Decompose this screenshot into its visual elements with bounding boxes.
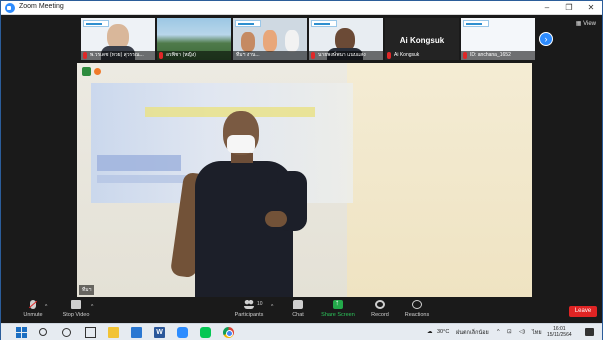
participant-thumb[interactable]: ID: anchana_1652	[461, 18, 535, 60]
file-explorer-icon[interactable]	[108, 327, 119, 338]
participant-figure	[241, 32, 255, 52]
mic-muted-icon	[83, 52, 87, 59]
mail-icon[interactable]	[131, 327, 142, 338]
reactions-icon	[412, 300, 422, 309]
cortana-icon[interactable]	[62, 328, 71, 337]
slide-text-block	[97, 155, 181, 171]
unmute-button[interactable]: Unmute	[19, 300, 47, 318]
speaker-hand	[265, 211, 287, 227]
camera-icon	[71, 300, 81, 309]
zoom-app-icon	[5, 3, 15, 13]
participant-name: Ai Kongsuk	[394, 52, 420, 58]
participant-thumb[interactable]: Ai Kongsuk Ai Kongsuk	[385, 18, 459, 60]
participant-name: ทีมฯ งาน...	[233, 51, 307, 60]
minimize-button[interactable]: –	[537, 2, 557, 14]
participant-thumb[interactable]: ทีมฯ งาน...	[233, 18, 307, 60]
meeting-toolbar: Unmute ^ Stop Video ^ Participants 10 ^ …	[1, 298, 602, 323]
speaker-person	[169, 111, 337, 297]
share-screen-button[interactable]: Share Screen	[319, 298, 357, 318]
recording-indicator-icon	[94, 68, 101, 75]
participant-name: อรพิชา (หญิง)	[157, 51, 231, 60]
input-language[interactable]: ไทย	[532, 329, 542, 337]
mic-muted-icon	[159, 52, 163, 59]
participant-thumb[interactable]: อรพิชา (หญิง)	[157, 18, 231, 60]
stop-video-label: Stop Video	[62, 312, 90, 318]
weather-desc[interactable]: ฝนตกเล็กน้อย	[456, 329, 489, 337]
audio-options-caret[interactable]: ^	[45, 304, 47, 310]
chat-icon	[293, 300, 303, 309]
participant-strip: พ.วรเดช (หวย) สุวรรณ... อรพิชา (หญิง) ที…	[1, 16, 602, 62]
participant-big-name: Ai Kongsuk	[399, 36, 445, 45]
participants-options-caret[interactable]: ^	[271, 304, 273, 310]
main-video: ทีมฯ	[77, 63, 532, 297]
search-icon[interactable]	[39, 328, 47, 336]
zoom-window: Zoom Meeting – ❐ ✕ พ.วรเดช (หวย) สุวรรณ.…	[0, 0, 603, 340]
share-screen-label: Share Screen	[321, 312, 355, 318]
participant-thumb[interactable]: พ.วรเดช (หวย) สุวรรณ...	[81, 18, 155, 60]
weather-cloud-icon: ☁	[427, 329, 433, 335]
mic-muted-icon	[387, 52, 391, 59]
window-title: Zoom Meeting	[19, 3, 64, 10]
participant-figure	[263, 30, 277, 52]
task-view-icon[interactable]	[85, 327, 96, 338]
participants-icon	[244, 300, 254, 309]
chrome-icon[interactable]	[223, 327, 234, 338]
weather-temp[interactable]: 30°C	[437, 329, 449, 335]
clock-date: 15/11/2564	[547, 332, 572, 338]
participants-label: Participants	[234, 312, 264, 318]
chat-button[interactable]: Chat	[287, 300, 309, 318]
org-logo	[463, 20, 489, 27]
mic-muted-icon	[311, 52, 315, 59]
org-logo	[83, 20, 109, 27]
unmute-label: Unmute	[23, 312, 43, 318]
view-button[interactable]: ▦ View	[576, 20, 596, 27]
participants-count: 10	[257, 301, 263, 307]
participant-name: นายพงษ์พนา แนบแสง	[309, 51, 383, 60]
title-bar: Zoom Meeting – ❐ ✕	[1, 1, 602, 15]
participant-name: พ.วรเดช (หวย) สุวรรณ...	[81, 51, 155, 60]
taskbar-clock[interactable]: 16:01 15/11/2564	[547, 326, 572, 338]
tray-overflow-button[interactable]: ^	[497, 329, 500, 335]
volume-icon[interactable]: ◁)	[519, 329, 525, 335]
mic-muted-icon	[30, 300, 36, 309]
org-logo	[311, 20, 337, 27]
chat-label: Chat	[292, 312, 304, 318]
reactions-label: Reactions	[404, 312, 430, 318]
notifications-icon[interactable]	[585, 328, 594, 336]
reactions-button[interactable]: Reactions	[401, 300, 433, 318]
org-logo	[235, 20, 261, 27]
close-button[interactable]: ✕	[581, 2, 601, 14]
security-shield-icon[interactable]	[82, 67, 91, 76]
record-label: Record	[371, 312, 389, 318]
share-screen-icon	[333, 298, 343, 309]
windows-taskbar: W ☁ 30°C ฝนตกเล็กน้อย ^ ⊡ ◁) ไทย 16:01 1…	[1, 323, 602, 340]
line-app-icon[interactable]	[200, 327, 211, 338]
next-page-button[interactable]: ›	[539, 32, 553, 46]
video-options-caret[interactable]: ^	[91, 304, 93, 310]
windows-start-icon[interactable]	[16, 327, 27, 338]
record-icon	[375, 300, 385, 309]
record-button[interactable]: Record	[367, 300, 393, 318]
word-icon[interactable]: W	[154, 327, 165, 338]
leave-button[interactable]: Leave	[569, 306, 597, 317]
stop-video-button[interactable]: Stop Video	[59, 300, 93, 318]
face-mask	[227, 135, 255, 153]
participant-thumb[interactable]: นายพงษ์พนา แนบแสง	[309, 18, 383, 60]
network-icon[interactable]: ⊡	[507, 329, 512, 335]
mic-muted-icon	[463, 52, 467, 59]
zoom-taskbar-icon[interactable]	[177, 327, 188, 338]
speaker-name-tag: ทีมฯ	[79, 285, 95, 295]
restore-button[interactable]: ❐	[559, 2, 579, 14]
participant-figure	[285, 30, 299, 52]
wall-right	[347, 63, 532, 297]
participant-name: ID: anchana_1652	[461, 51, 535, 60]
